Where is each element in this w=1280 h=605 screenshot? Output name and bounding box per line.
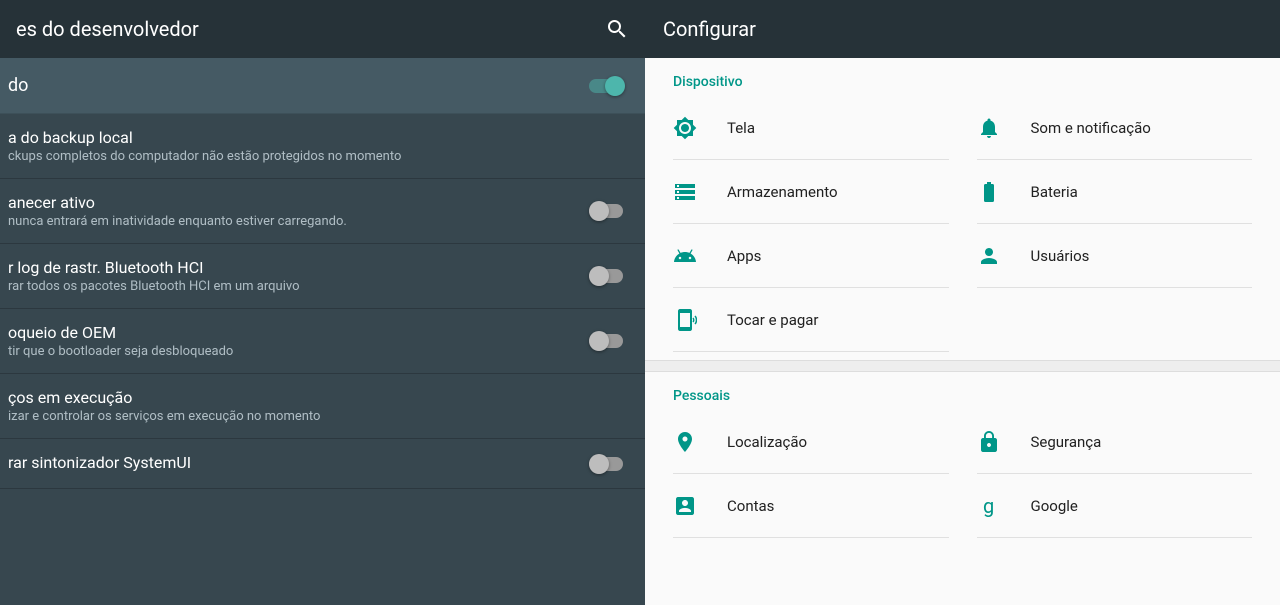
settings-item-label: Apps [727,247,761,265]
google-icon [977,494,1001,518]
master-toggle-label: do [8,75,28,96]
settings-item-label: Segurança [1031,433,1102,451]
right-title: Configurar [663,17,756,41]
settings-item-brightness[interactable]: Tela [673,96,949,160]
setting-toggle[interactable] [589,201,625,221]
settings-item-label: Localização [727,433,807,451]
master-toggle-row[interactable]: do [0,58,645,114]
person-icon [977,244,1001,268]
setting-title: rar sintonizador SystemUI [8,453,589,472]
settings-section: Dispositivo Tela Som e notificação Armazena… [645,58,1280,360]
settings-item-label: Google [1031,497,1078,515]
settings-item-apps[interactable]: Apps [673,224,949,288]
settings-item-google[interactable]: Google [977,474,1253,538]
settings-item-location[interactable]: Localização [673,410,949,474]
settings-panel: Configurar Dispositivo Tela Som e notifica… [645,0,1280,605]
settings-item-lock[interactable]: Segurança [977,410,1253,474]
setting-description: tir que o bootloader seja desbloqueado [8,344,589,359]
setting-title: a do backup local [8,128,625,147]
brightness-icon [673,116,697,140]
settings-item-label: Tela [727,119,755,137]
section-title: Pessoais [673,388,1252,404]
section-divider [645,360,1280,372]
search-icon[interactable] [605,17,629,41]
setting-description: nunca entrará em inatividade enquanto es… [8,214,589,229]
storage-icon [673,180,697,204]
settings-item-label: Tocar e pagar [727,311,819,329]
section-title: Dispositivo [673,74,1252,90]
developer-options-panel: es do desenvolvedor do a do backup local… [0,0,645,605]
battery-icon [977,180,1001,204]
settings-item-battery[interactable]: Bateria [977,160,1253,224]
account-icon [673,494,697,518]
setting-title: r log de rastr. Bluetooth HCI [8,258,589,277]
setting-row[interactable]: rar sintonizador SystemUI [0,439,645,489]
settings-item-storage[interactable]: Armazenamento [673,160,949,224]
setting-description: ckups completos do computador não estão … [8,149,625,164]
setting-title: anecer ativo [8,193,589,212]
settings-item-nfc[interactable]: Tocar e pagar [673,288,949,352]
settings-item-bell[interactable]: Som e notificação [977,96,1253,160]
setting-toggle[interactable] [589,331,625,351]
settings-item-label: Contas [727,497,774,515]
settings-section: Pessoais Localização Segurança Contas Google [645,372,1280,546]
setting-description: izar e controlar os serviços em execução… [8,409,625,424]
right-header: Configurar [645,0,1280,58]
setting-toggle[interactable] [589,266,625,286]
setting-row[interactable]: oqueio de OEM tir que o bootloader seja d… [0,309,645,374]
bell-icon [977,116,1001,140]
settings-item-label: Bateria [1031,183,1078,201]
setting-row[interactable]: a do backup local ckups completos do comp… [0,114,645,179]
setting-row[interactable]: ços em execução izar e controlar os servi… [0,374,645,439]
setting-description: rar todos os pacotes Bluetooth HCI em um… [8,279,589,294]
left-header: es do desenvolvedor [0,0,645,58]
setting-toggle[interactable] [589,454,625,474]
master-toggle[interactable] [589,76,625,96]
nfc-icon [673,308,697,332]
settings-item-account[interactable]: Contas [673,474,949,538]
left-title: es do desenvolvedor [16,17,199,41]
setting-row[interactable]: anecer ativo nunca entrará em inatividade… [0,179,645,244]
location-icon [673,430,697,454]
settings-item-label: Armazenamento [727,183,838,201]
settings-item-label: Usuários [1031,247,1090,265]
settings-item-label: Som e notificação [1031,119,1151,137]
setting-row[interactable]: r log de rastr. Bluetooth HCI rar todos o… [0,244,645,309]
apps-icon [673,244,697,268]
settings-item-person[interactable]: Usuários [977,224,1253,288]
setting-title: oqueio de OEM [8,323,589,342]
setting-title: ços em execução [8,388,625,407]
lock-icon [977,430,1001,454]
